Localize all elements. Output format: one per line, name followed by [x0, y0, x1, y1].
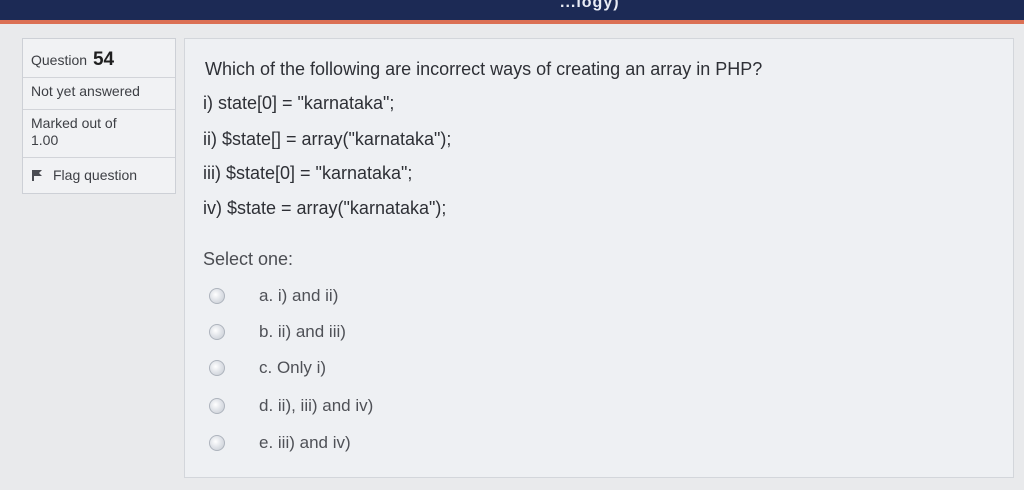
question-number: 54 [92, 49, 115, 70]
info-divider [23, 157, 175, 158]
option-b-label[interactable]: b. ii) and iii) [259, 322, 346, 342]
question-label-text: Question [31, 52, 88, 68]
banner-accent-line [0, 20, 1024, 24]
radio-unchecked-icon[interactable] [209, 360, 225, 376]
marks-value: 1.00 [31, 132, 59, 148]
select-one-prompt: Select one: [203, 249, 294, 269]
option-e[interactable]: e. iii) and iv) [209, 433, 351, 453]
question-text: Which of the following are incorrect way… [205, 59, 763, 79]
option-b[interactable]: b. ii) and iii) [209, 322, 346, 342]
marks-info: Marked out of 1.00 [31, 115, 117, 149]
option-c[interactable]: c. Only i) [209, 358, 326, 378]
radio-unchecked-icon[interactable] [209, 398, 225, 414]
info-divider [23, 109, 175, 110]
flag-question-label: Flag question [53, 167, 138, 183]
statement-4: iv) $state = array("karnataka"); [203, 198, 447, 218]
option-c-label[interactable]: c. Only i) [259, 358, 326, 378]
statement-2: ii) $state[] = array("karnataka"); [203, 129, 452, 149]
radio-unchecked-icon[interactable] [209, 435, 225, 451]
option-a-label[interactable]: a. i) and ii) [259, 286, 338, 306]
top-banner: ...logy) [0, 0, 1024, 20]
question-info-panel: Question 54 Not yet answered Marked out … [22, 38, 176, 194]
option-a[interactable]: a. i) and ii) [209, 286, 338, 306]
banner-title: ...logy) [560, 0, 620, 11]
statement-3: iii) $state[0] = "karnataka"; [203, 163, 413, 183]
answer-status: Not yet answered [31, 83, 140, 99]
info-divider [23, 77, 175, 78]
radio-unchecked-icon[interactable] [209, 288, 225, 304]
flag-question-link[interactable]: Flag question [31, 167, 137, 183]
radio-unchecked-icon[interactable] [209, 324, 225, 340]
marked-out-of-label: Marked out of [31, 115, 117, 131]
option-d[interactable]: d. ii), iii) and iv) [209, 396, 373, 416]
statement-1: i) state[0] = "karnataka"; [203, 93, 395, 113]
flag-icon [32, 170, 42, 181]
option-e-label[interactable]: e. iii) and iv) [259, 433, 351, 453]
question-number-label: Question 54 [31, 49, 114, 71]
question-content-panel: Which of the following are incorrect way… [184, 38, 1014, 478]
option-d-label[interactable]: d. ii), iii) and iv) [259, 396, 373, 416]
